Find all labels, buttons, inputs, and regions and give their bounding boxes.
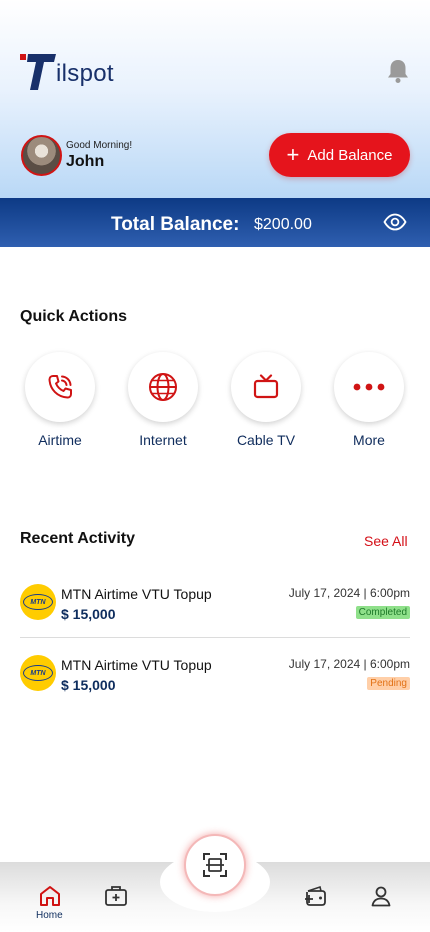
transaction-amount: $ 15,000 — [61, 606, 116, 622]
greeting-text: Good Morning! — [66, 140, 133, 151]
balance-bar: Total Balance: $200.00 — [0, 198, 430, 247]
quick-action-more-circle[interactable] — [334, 352, 404, 422]
quick-action-airtime-circle[interactable] — [25, 352, 95, 422]
quick-action-internet[interactable]: Internet — [127, 352, 199, 448]
scan-button[interactable] — [184, 834, 246, 896]
home-icon[interactable] — [38, 884, 62, 908]
total-balance-label: Total Balance: — [111, 214, 240, 235]
nav-home-label[interactable]: Home — [36, 910, 63, 921]
tv-icon — [253, 374, 279, 399]
medical-kit-icon[interactable] — [104, 884, 128, 908]
add-balance-label: Add Balance — [307, 146, 393, 164]
mtn-logo-text: MTN — [23, 594, 53, 610]
quick-action-cable-tv-circle[interactable] — [231, 352, 301, 422]
recent-activity-title: Recent Activity — [20, 530, 135, 547]
logo-mark — [20, 54, 56, 90]
mtn-logo-text: MTN — [23, 665, 53, 681]
quick-action-airtime[interactable]: Airtime — [24, 352, 96, 448]
quick-action-internet-circle[interactable] — [128, 352, 198, 422]
globe-icon — [149, 373, 177, 401]
transaction-date: July 17, 2024 | 6:00pm — [288, 657, 410, 671]
profile-icon[interactable] — [369, 884, 393, 908]
avatar[interactable] — [21, 135, 62, 176]
quick-actions-title: Quick Actions — [20, 308, 127, 325]
total-balance-value: $200.00 — [254, 216, 312, 233]
transaction-title: MTN Airtime VTU Topup — [61, 586, 212, 602]
divider — [20, 637, 410, 638]
quick-action-label: Internet — [139, 432, 187, 448]
transaction-date: July 17, 2024 | 6:00pm — [288, 586, 410, 600]
quick-action-cable-tv[interactable]: Cable TV — [230, 352, 302, 448]
list-item[interactable]: MTN MTN Airtime VTU Topup $ 15,000 July … — [20, 651, 410, 707]
list-item[interactable]: MTN MTN Airtime VTU Topup $ 15,000 July … — [20, 580, 410, 636]
see-all-link[interactable]: See All — [364, 533, 408, 549]
plus-icon: + — [286, 142, 300, 167]
app-logo: ilspot — [18, 50, 118, 92]
quick-action-more[interactable]: More — [333, 352, 405, 448]
quick-action-label: More — [353, 432, 385, 448]
more-dots-icon — [353, 383, 385, 391]
notification-bell-icon[interactable] — [386, 58, 410, 84]
logo-text: ilspot — [56, 60, 114, 87]
status-badge: Completed — [355, 606, 410, 619]
transaction-title: MTN Airtime VTU Topup — [61, 657, 212, 673]
mtn-logo: MTN — [20, 655, 56, 691]
mtn-logo: MTN — [20, 584, 56, 620]
scan-icon — [203, 853, 227, 877]
quick-action-label: Airtime — [38, 432, 82, 448]
status-badge: Pending — [367, 677, 410, 690]
phone-icon — [48, 375, 72, 399]
wallet-add-icon[interactable] — [304, 884, 328, 908]
eye-icon[interactable] — [383, 213, 407, 231]
transaction-amount: $ 15,000 — [61, 677, 116, 693]
add-balance-button[interactable]: + Add Balance — [269, 133, 410, 177]
quick-action-label: Cable TV — [236, 432, 296, 448]
user-name: John — [66, 153, 105, 170]
